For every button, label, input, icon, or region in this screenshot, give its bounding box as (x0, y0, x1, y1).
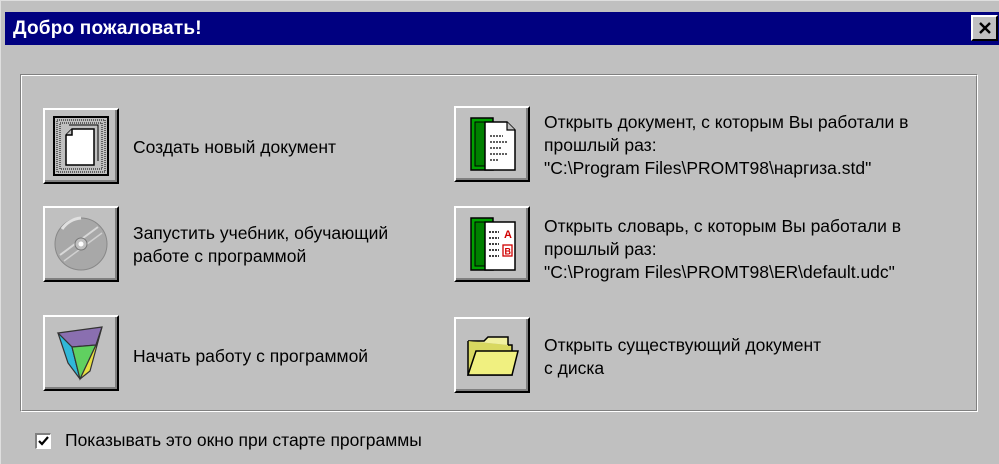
welcome-dialog: Добро пожаловать! Создать новый документ (0, 0, 999, 464)
open-existing-label: Открыть существующий документ с диска (544, 335, 822, 378)
close-button[interactable] (971, 15, 998, 41)
start-program-button[interactable] (43, 315, 119, 391)
promt-logo-icon (56, 326, 103, 381)
open-last-dictionary-label: Открыть словарь, с которым Вы работали в… (544, 216, 902, 282)
show-on-startup-label: Показывать это окно при старте программы (65, 430, 422, 450)
new-document-button[interactable] (43, 108, 119, 184)
title-bar[interactable]: Добро пожаловать! (5, 12, 999, 45)
svg-text:A: A (504, 229, 512, 241)
open-last-document-label: Открыть документ, с которым Вы работали … (544, 112, 909, 178)
tutorial-button[interactable] (43, 206, 119, 282)
show-on-startup-row[interactable]: Показывать это окно при старте программы (35, 430, 422, 451)
cd-disc-icon (54, 216, 108, 271)
dictionary-icon: A B (470, 217, 516, 271)
folder-icon (466, 336, 519, 376)
new-document-icon (53, 116, 109, 176)
open-last-document-button[interactable] (454, 106, 530, 182)
open-existing-button[interactable] (454, 317, 530, 393)
start-program-label: Начать работу с программой (133, 346, 369, 366)
open-last-dictionary-button[interactable]: A B (454, 206, 530, 282)
close-icon (978, 21, 991, 34)
new-document-label: Создать новый документ (133, 137, 337, 157)
recent-document-icon (470, 117, 516, 171)
tutorial-label: Запустить учебник, обучающий работе с пр… (133, 223, 389, 266)
window-title: Добро пожаловать! (13, 18, 202, 39)
svg-text:B: B (505, 247, 512, 257)
show-on-startup-checkbox[interactable] (35, 432, 51, 449)
checkmark-icon (38, 436, 49, 446)
